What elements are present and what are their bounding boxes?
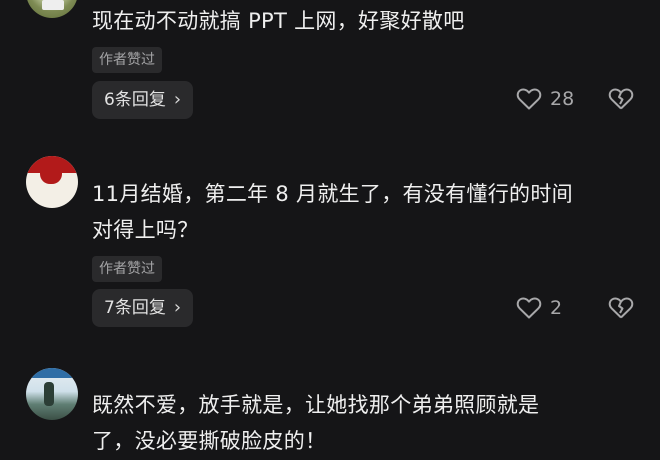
avatar[interactable] — [26, 156, 78, 208]
comment-text-line-1: 既然不爱，放手就是，让她找那个弟弟照顾就是 — [92, 393, 540, 417]
broken-heart-icon — [608, 296, 634, 320]
like-count: 28 — [550, 88, 575, 110]
view-replies-button[interactable]: 7条回复 › — [92, 289, 194, 327]
heart-outline-icon — [516, 296, 542, 320]
like-count: 2 — [550, 297, 563, 319]
reply-count-label: 7条回复 — [104, 298, 166, 318]
dislike-button[interactable] — [608, 87, 634, 111]
author-liked-badge: 作者赞过 — [92, 47, 162, 73]
view-replies-button[interactable]: 6条回复 › — [92, 81, 194, 119]
like-button[interactable]: 28 — [516, 87, 574, 111]
comment-text-line-2: 了，没必要撕破脸皮的！ — [92, 429, 327, 453]
author-liked-badge: 作者赞过 — [92, 256, 162, 282]
comment-text-line-2: 对得上吗？ — [92, 218, 199, 242]
heart-outline-icon — [516, 87, 542, 111]
comment-text-line-1: 11月结婚，第二年 8 月就生了，有没有懂行的时间 — [92, 182, 573, 206]
comment-text: 现在动不动就搞 PPT 上网，好聚好散吧 — [92, 9, 465, 33]
chevron-right-icon: › — [173, 89, 182, 110]
avatar[interactable] — [26, 368, 78, 420]
avatar[interactable] — [26, 0, 78, 18]
like-button[interactable]: 2 — [516, 296, 562, 320]
broken-heart-icon — [608, 87, 634, 111]
reply-count-label: 6条回复 — [104, 90, 166, 110]
chevron-right-icon: › — [173, 297, 182, 318]
dislike-button[interactable] — [608, 296, 634, 320]
